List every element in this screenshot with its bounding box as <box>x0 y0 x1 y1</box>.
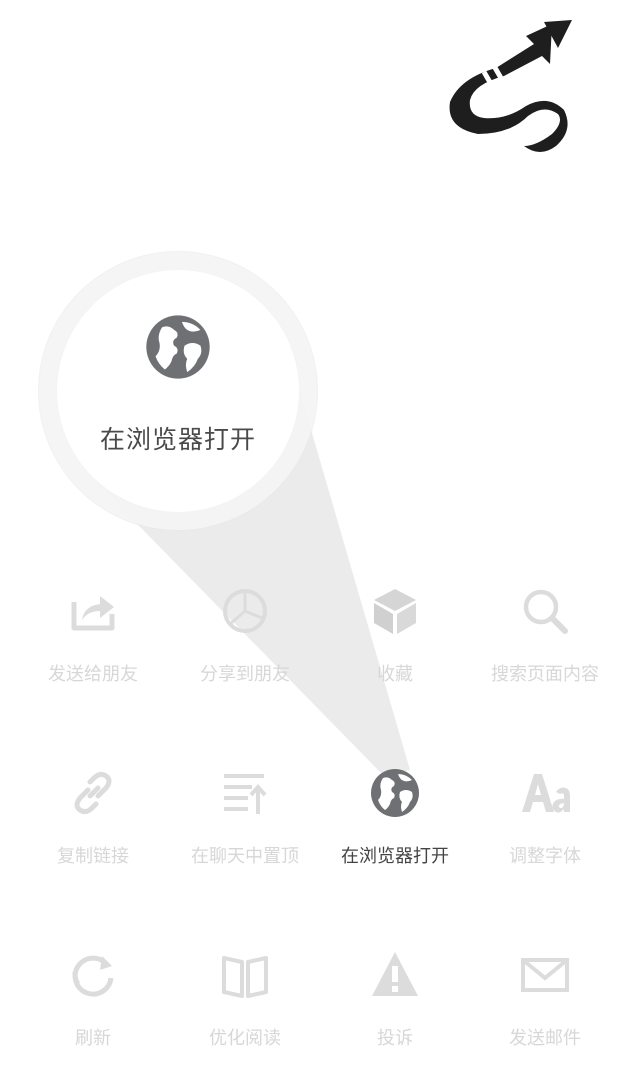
menu-item-label: 收藏 <box>377 664 413 685</box>
search-icon <box>523 589 568 634</box>
pin-top-icon <box>224 774 267 814</box>
menu-item-label: 优化阅读 <box>209 1028 281 1049</box>
screen: 在浏览器打开 发送给朋友 分享到朋友 收藏 搜索页面内容 复制链接 在聊天中置顶… <box>0 0 640 1072</box>
warning-icon <box>372 952 418 996</box>
magnifier-callout: 在浏览器打开 <box>57 270 299 512</box>
menu-item-label: 调整字体 <box>509 846 581 867</box>
share-moments-icon <box>223 589 267 633</box>
menu-item-share-moments[interactable]: 分享到朋友 <box>170 586 320 726</box>
menu-item-optimize-reading[interactable]: 优化阅读 <box>170 950 320 1072</box>
menu-item-pin-chat[interactable]: 在聊天中置顶 <box>170 768 320 908</box>
arrow-decoration-icon <box>449 20 572 152</box>
menu-item-label: 发送给朋友 <box>48 664 138 685</box>
menu-item-label: 复制链接 <box>57 846 129 867</box>
menu-item-report[interactable]: 投诉 <box>320 950 470 1072</box>
menu-item-copy-link[interactable]: 复制链接 <box>18 768 168 908</box>
menu-item-font-size[interactable]: 调整字体 <box>470 768 620 908</box>
menu-item-label: 搜索页面内容 <box>491 664 599 685</box>
magnifier-label: 在浏览器打开 <box>99 425 256 454</box>
share-icon <box>71 596 115 631</box>
font-icon <box>522 774 570 813</box>
menu-item-label: 投诉 <box>377 1028 413 1049</box>
book-icon <box>222 956 268 998</box>
globe-icon <box>371 769 419 817</box>
globe-icon <box>146 315 210 379</box>
menu-item-label: 发送邮件 <box>509 1028 581 1049</box>
menu-item-label: 在浏览器打开 <box>341 846 449 867</box>
menu-item-favorite[interactable]: 收藏 <box>320 586 470 726</box>
refresh-icon <box>72 955 114 997</box>
menu-item-send-to-friend[interactable]: 发送给朋友 <box>18 586 168 726</box>
menu-item-label: 分享到朋友 <box>200 664 290 685</box>
menu-item-label: 刷新 <box>75 1028 111 1049</box>
menu-item-label: 在聊天中置顶 <box>191 846 299 867</box>
mail-icon <box>521 958 569 992</box>
menu-item-open-in-browser[interactable]: 在浏览器打开 <box>320 768 470 908</box>
menu-item-refresh[interactable]: 刷新 <box>18 950 168 1072</box>
link-icon <box>74 771 112 815</box>
cube-icon <box>374 589 416 634</box>
menu-item-search-page[interactable]: 搜索页面内容 <box>470 586 620 726</box>
menu-item-send-mail[interactable]: 发送邮件 <box>470 950 620 1072</box>
